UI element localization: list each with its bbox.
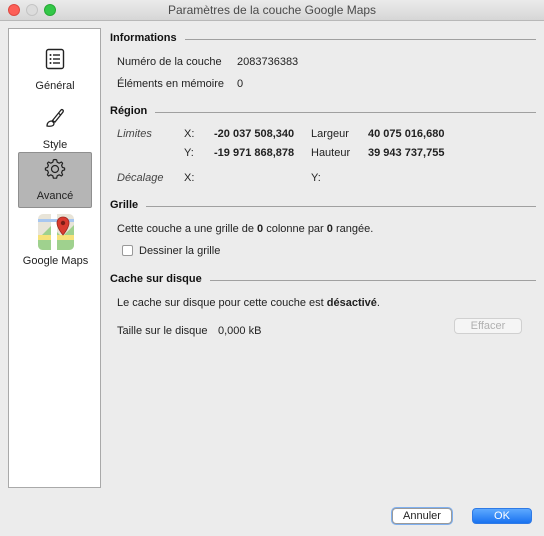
sidebar-item-label: Général	[35, 80, 75, 92]
cache-status-end: .	[376, 297, 380, 309]
ok-button[interactable]: OK	[472, 508, 532, 524]
width-label: Largeur	[311, 128, 349, 140]
grid-text-middle: colonne par	[263, 223, 327, 235]
section-title: Grille	[110, 199, 147, 211]
width-value: 40 075 016,680	[368, 128, 445, 140]
list-icon	[45, 48, 65, 70]
section-divider	[110, 112, 536, 113]
draw-grid-checkbox[interactable]	[122, 245, 133, 256]
cache-status-value: désactivé	[326, 297, 377, 309]
sidebar-item-general[interactable]: Général	[18, 43, 92, 99]
sidebar-item-advanced[interactable]: Avancé	[18, 152, 92, 208]
offset-x-label: X:	[184, 172, 195, 184]
cache-status-text: Le cache sur disque pour cette couche es…	[117, 297, 380, 309]
memory-elements-label: Éléments en mémoire	[117, 78, 224, 90]
disk-size-value: 0,000 kB	[218, 325, 262, 337]
google-maps-icon	[37, 214, 74, 250]
cancel-button[interactable]: Annuler	[392, 508, 452, 524]
offset-label: Décalage	[117, 172, 164, 184]
draw-grid-label[interactable]: Dessiner la grille	[139, 245, 220, 257]
layer-settings-window: Paramètres de la couche Google Maps Géné…	[0, 0, 544, 536]
section-grid: Grille	[110, 199, 536, 213]
offset-y-label: Y:	[311, 172, 321, 184]
section-disk-cache: Cache sur disque	[110, 273, 536, 287]
brush-icon	[46, 108, 64, 127]
cache-status-prefix: Le cache sur disque pour cette couche es…	[117, 297, 327, 309]
grid-text-before: Cette couche a une grille de	[117, 223, 258, 235]
section-title: Informations	[110, 32, 185, 44]
grid-description: Cette couche a une grille de 0 colonne p…	[117, 223, 373, 235]
section-divider	[110, 206, 536, 207]
sidebar-item-google-maps[interactable]: Google Maps	[11, 213, 100, 269]
limits-label: Limites	[117, 128, 152, 140]
limits-x-value: -20 037 508,340	[214, 128, 295, 140]
limits-y-label: Y:	[184, 147, 194, 159]
clear-cache-button[interactable]: Effacer	[454, 318, 522, 334]
title-bar: Paramètres de la couche Google Maps	[0, 0, 544, 21]
height-label: Hauteur	[311, 147, 351, 159]
layer-number-label: Numéro de la couche	[117, 56, 222, 68]
window-title: Paramètres de la couche Google Maps	[167, 3, 377, 17]
section-title: Cache sur disque	[110, 273, 210, 285]
sidebar-item-style[interactable]: Style	[18, 102, 92, 158]
section-title: Région	[110, 105, 156, 117]
sidebar-item-label: Avancé	[36, 190, 74, 202]
grid-text-after: rangée.	[332, 223, 374, 235]
gear-icon	[44, 158, 66, 179]
sidebar: Général Style Avancé Google Maps	[8, 28, 101, 488]
sidebar-item-label: Google Maps	[22, 255, 89, 267]
section-informations: Informations	[110, 32, 536, 46]
sidebar-item-label: Style	[42, 139, 68, 151]
section-region: Région	[110, 105, 536, 119]
memory-elements-value: 0	[237, 78, 244, 90]
height-value: 39 943 737,755	[368, 147, 445, 159]
disk-size-label: Taille sur le disque	[117, 325, 208, 337]
limits-x-label: X:	[184, 128, 195, 140]
limits-y-value: -19 971 868,878	[214, 147, 295, 159]
layer-number-value: 2083736383	[237, 56, 299, 68]
